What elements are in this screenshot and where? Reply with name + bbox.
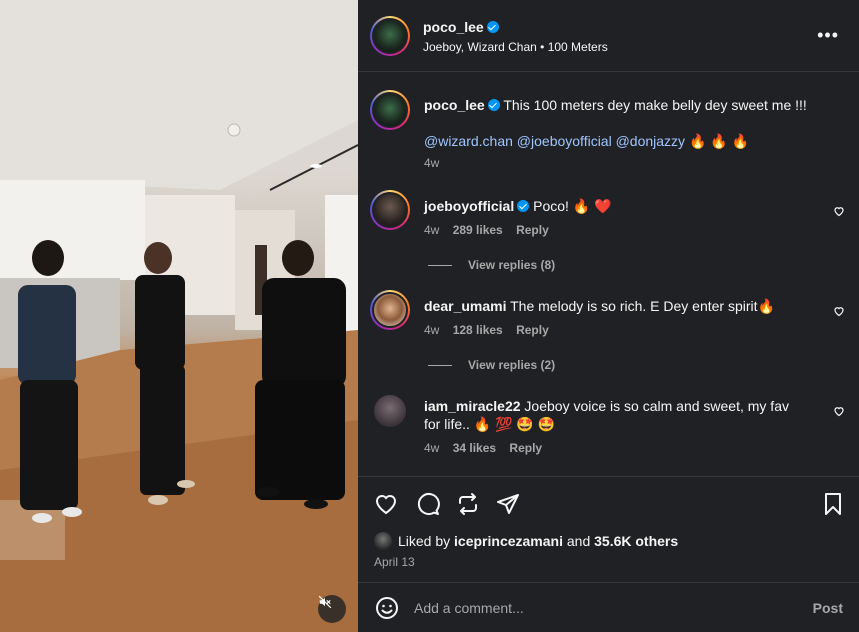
comment-time: 4w	[424, 323, 440, 337]
caption-mentions-line: @wizard.chan @joeboyofficial @donjazzy 🔥…	[424, 132, 844, 150]
likes-others[interactable]: 35.6K others	[594, 533, 678, 549]
author-row: poco_lee	[423, 19, 499, 37]
emoji-icon[interactable]	[375, 596, 399, 620]
comment-likes[interactable]: 128 likes	[453, 323, 503, 337]
liker-username[interactable]: iceprincezamani	[454, 533, 563, 549]
post-actions: Liked by iceprincezamani and 35.6K other…	[358, 476, 859, 580]
comment-meta: 4w 34 likes Reply	[424, 441, 804, 455]
comment-username[interactable]: iam_miracle22	[424, 398, 521, 414]
heart-icon[interactable]	[374, 492, 398, 516]
likes-prefix: Liked by	[398, 533, 451, 549]
caption-text: This 100 meters dey make belly dey sweet…	[503, 97, 807, 113]
divider	[428, 365, 452, 367]
post-button[interactable]: Post	[813, 600, 843, 616]
comment-avatar[interactable]	[370, 290, 410, 330]
comments-list: poco_lee This 100 meters dey make belly …	[358, 73, 859, 475]
verified-badge-icon	[486, 21, 499, 33]
comment-meta: 4w 289 likes Reply	[424, 223, 824, 237]
comment-time: 4w	[424, 441, 440, 455]
bookmark-icon[interactable]	[821, 492, 845, 516]
caption: poco_lee This 100 meters dey make belly …	[424, 96, 844, 170]
caption-emojis: 🔥 🔥 🔥	[688, 133, 750, 149]
likes-summary: Liked by iceprincezamani and 35.6K other…	[374, 532, 678, 550]
caption-avatar[interactable]	[370, 90, 410, 130]
view-replies-button[interactable]: View replies (2)	[428, 358, 555, 372]
reply-button[interactable]: Reply	[516, 323, 549, 337]
comment-icon[interactable]	[416, 492, 440, 516]
comment-meta: 4w 128 likes Reply	[424, 323, 824, 337]
comment-text: Poco! 🔥 ❤️	[533, 198, 612, 214]
author-avatar[interactable]	[370, 16, 410, 56]
comment-line: joeboyofficial Poco! 🔥 ❤️	[424, 197, 824, 215]
comment-input[interactable]	[414, 598, 794, 618]
reply-button[interactable]: Reply	[509, 441, 542, 455]
mute-button[interactable]	[318, 595, 346, 623]
caption-mentions[interactable]: @wizard.chan @joeboyofficial @donjazzy	[424, 133, 685, 149]
divider	[428, 265, 452, 267]
comment-username[interactable]: joeboyofficial	[424, 198, 514, 214]
caption-username[interactable]: poco_lee	[424, 97, 485, 113]
heart-icon[interactable]	[833, 405, 845, 417]
post-panel: poco_lee Joeboy, Wizard Chan • 100 Meter…	[358, 0, 859, 632]
comment-likes[interactable]: 289 likes	[453, 223, 503, 237]
comment-item: joeboyofficial Poco! 🔥 ❤️ 4w 289 likes R…	[424, 197, 824, 237]
comment-time: 4w	[424, 223, 440, 237]
post-date: April 13	[374, 555, 415, 569]
view-replies-label: View replies (8)	[468, 258, 556, 272]
comment-avatar[interactable]	[374, 395, 406, 427]
caption-time: 4w	[424, 156, 440, 170]
send-icon[interactable]	[496, 492, 520, 516]
repost-icon[interactable]	[456, 492, 480, 516]
comment-text: The melody is so rich. E Dey enter spiri…	[510, 298, 775, 314]
comment-item: dear_umami The melody is so rich. E Dey …	[424, 297, 824, 337]
post-video[interactable]	[0, 0, 358, 632]
more-options-icon[interactable]: •••	[817, 26, 839, 44]
likes-conj: and	[566, 533, 591, 549]
post-subtitle[interactable]: Joeboy, Wizard Chan • 100 Meters	[423, 40, 608, 54]
reply-button[interactable]: Reply	[516, 223, 549, 237]
comment-line: iam_miracle22 Joeboy voice is so calm an…	[424, 397, 804, 433]
comment-likes[interactable]: 34 likes	[453, 441, 496, 455]
verified-badge-icon	[517, 200, 530, 212]
comment-composer: Post	[358, 582, 859, 632]
comment-line: dear_umami The melody is so rich. E Dey …	[424, 297, 824, 315]
comment-avatar[interactable]	[370, 190, 410, 230]
video-frame	[0, 0, 358, 632]
caption-line: poco_lee This 100 meters dey make belly …	[424, 96, 844, 114]
comment-username[interactable]: dear_umami	[424, 298, 506, 314]
heart-icon[interactable]	[833, 205, 845, 217]
muted-speaker-icon	[318, 595, 332, 609]
verified-badge-icon	[487, 99, 500, 111]
author-username[interactable]: poco_lee	[423, 19, 484, 35]
view-replies-button[interactable]: View replies (8)	[428, 258, 555, 272]
comment-item: iam_miracle22 Joeboy voice is so calm an…	[424, 397, 804, 455]
post-header: poco_lee Joeboy, Wizard Chan • 100 Meter…	[358, 0, 859, 72]
liker-avatar[interactable]	[374, 532, 392, 550]
heart-icon[interactable]	[833, 305, 845, 317]
view-replies-label: View replies (2)	[468, 358, 556, 372]
